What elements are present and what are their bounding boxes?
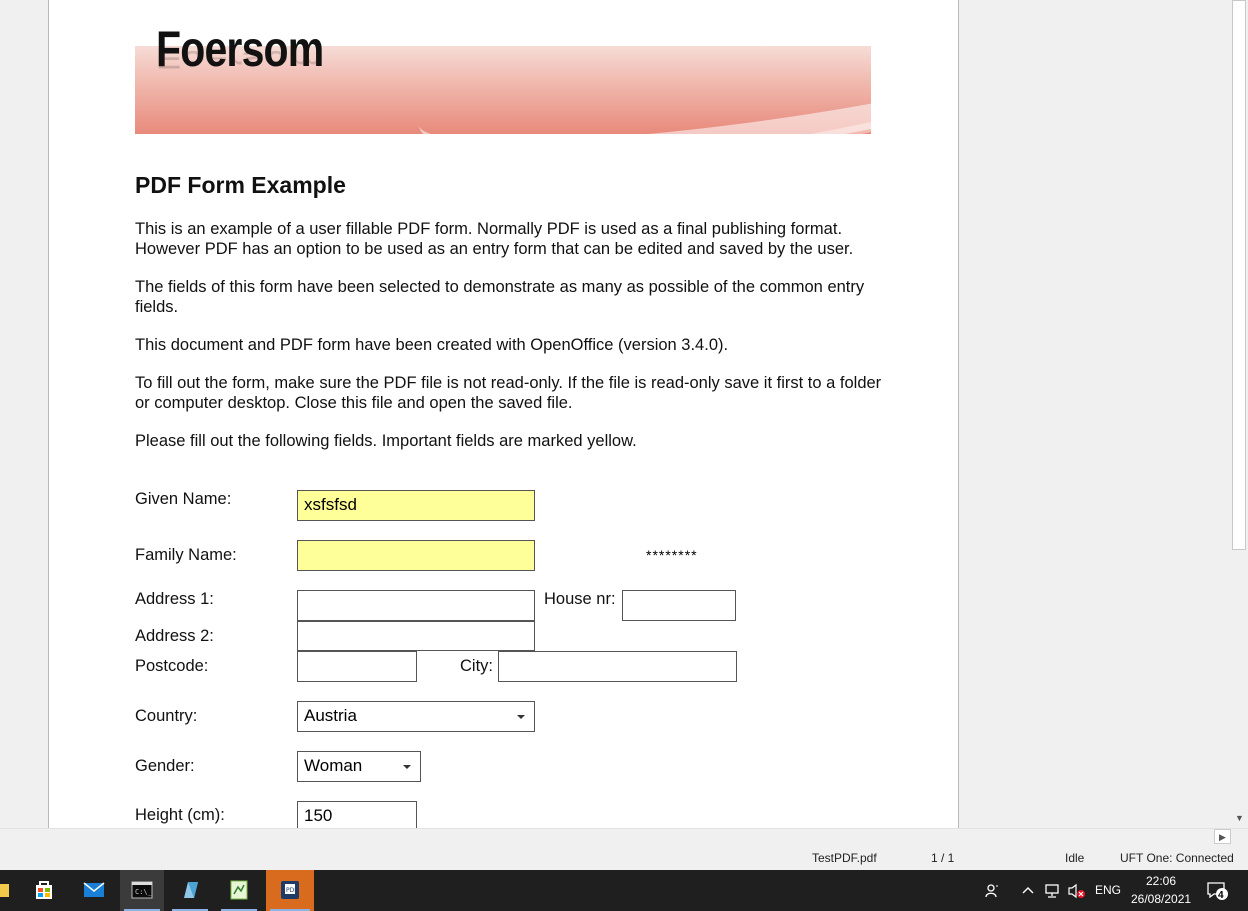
status-filename: TestPDF.pdf: [812, 851, 877, 865]
pdf-page: Foersom Foersom PDF Form Example This is…: [48, 0, 959, 828]
given-name-field[interactable]: xsfsfsd: [297, 490, 535, 521]
notifications-count: 4: [1218, 890, 1224, 901]
status-uft: UFT One: Connected: [1120, 851, 1234, 865]
height-label: Height (cm):: [135, 806, 225, 824]
chevron-up-icon[interactable]: [1021, 885, 1035, 895]
pdf-viewer-icon: PDF: [281, 881, 299, 899]
clock-date[interactable]: 26/08/2021: [1131, 892, 1191, 906]
gender-select[interactable]: Woman: [297, 751, 421, 782]
height-field[interactable]: 150: [297, 801, 417, 828]
svg-text:PDF: PDF: [286, 887, 298, 894]
house-nr-label: House nr:: [544, 590, 616, 608]
taskbar-store[interactable]: [22, 870, 66, 911]
network-icon[interactable]: [1044, 883, 1062, 899]
volume-muted-icon[interactable]: [1067, 883, 1087, 899]
chevron-down-icon: [517, 715, 525, 719]
given-name-label: Given Name:: [135, 490, 232, 508]
fill-out-paragraph: Please fill out the following fields. Im…: [135, 432, 637, 450]
gender-value: Woman: [304, 756, 363, 775]
scroll-down-icon[interactable]: ▼: [1231, 810, 1248, 827]
intro-paragraph: This is an example of a user fillable PD…: [135, 220, 854, 258]
country-select[interactable]: Austria: [297, 701, 535, 732]
instructions-paragraph: To fill out the form, make sure the PDF …: [135, 374, 882, 412]
taskbar-editor[interactable]: [217, 870, 261, 911]
taskbar-terminal[interactable]: C:\_: [120, 870, 164, 911]
fields-paragraph: The fields of this form have been select…: [135, 278, 865, 316]
store-icon: [36, 881, 52, 899]
taskbar: C:\_ PDF ENG 22:06 26/08/2021 4: [0, 870, 1248, 911]
logo-reflection: Foersom: [156, 45, 324, 74]
openoffice-paragraph: This document and PDF form have been cre…: [135, 336, 729, 354]
people-icon[interactable]: [985, 883, 1001, 899]
terminal-icon: C:\_: [131, 881, 153, 899]
horizontal-scrollbar[interactable]: [0, 828, 1248, 845]
mail-icon: [83, 882, 105, 897]
house-nr-field[interactable]: [622, 590, 736, 621]
address2-label: Address 2:: [135, 627, 214, 645]
postcode-field[interactable]: [297, 651, 417, 682]
app-icon: [184, 882, 198, 898]
country-value: Austria: [304, 706, 357, 725]
address2-field[interactable]: [297, 621, 535, 651]
chevron-down-icon: [403, 765, 411, 769]
clock-time[interactable]: 22:06: [1146, 874, 1176, 888]
scroll-right-icon[interactable]: ▶: [1214, 829, 1231, 844]
password-field[interactable]: ********: [646, 547, 698, 563]
address1-field[interactable]: [297, 590, 535, 621]
status-state: Idle: [1065, 851, 1085, 865]
svg-text:C:\_: C:\_: [135, 888, 153, 896]
taskbar-file-explorer[interactable]: [0, 870, 22, 911]
taskbar-app[interactable]: [168, 870, 212, 911]
city-label: City:: [460, 657, 493, 675]
postcode-label: Postcode:: [135, 657, 209, 675]
address1-label: Address 1:: [135, 590, 214, 608]
country-label: Country:: [135, 707, 198, 725]
status-bar: TestPDF.pdf 1 / 1 Idle UFT One: Connecte…: [0, 845, 1248, 870]
gender-label: Gender:: [135, 757, 195, 775]
folder-icon: [0, 884, 9, 897]
taskbar-pdf-viewer[interactable]: PDF: [266, 870, 314, 911]
vertical-scroll-thumb[interactable]: [1232, 0, 1246, 550]
family-name-label: Family Name:: [135, 546, 237, 564]
document-viewer[interactable]: Foersom Foersom PDF Form Example This is…: [0, 0, 1248, 828]
city-field[interactable]: [498, 651, 737, 682]
editor-icon: [230, 880, 248, 900]
taskbar-mail[interactable]: [72, 870, 116, 911]
language-indicator[interactable]: ENG: [1095, 883, 1121, 897]
page-title: PDF Form Example: [135, 172, 346, 198]
status-page: 1 / 1: [931, 851, 955, 865]
family-name-field[interactable]: [297, 540, 535, 571]
